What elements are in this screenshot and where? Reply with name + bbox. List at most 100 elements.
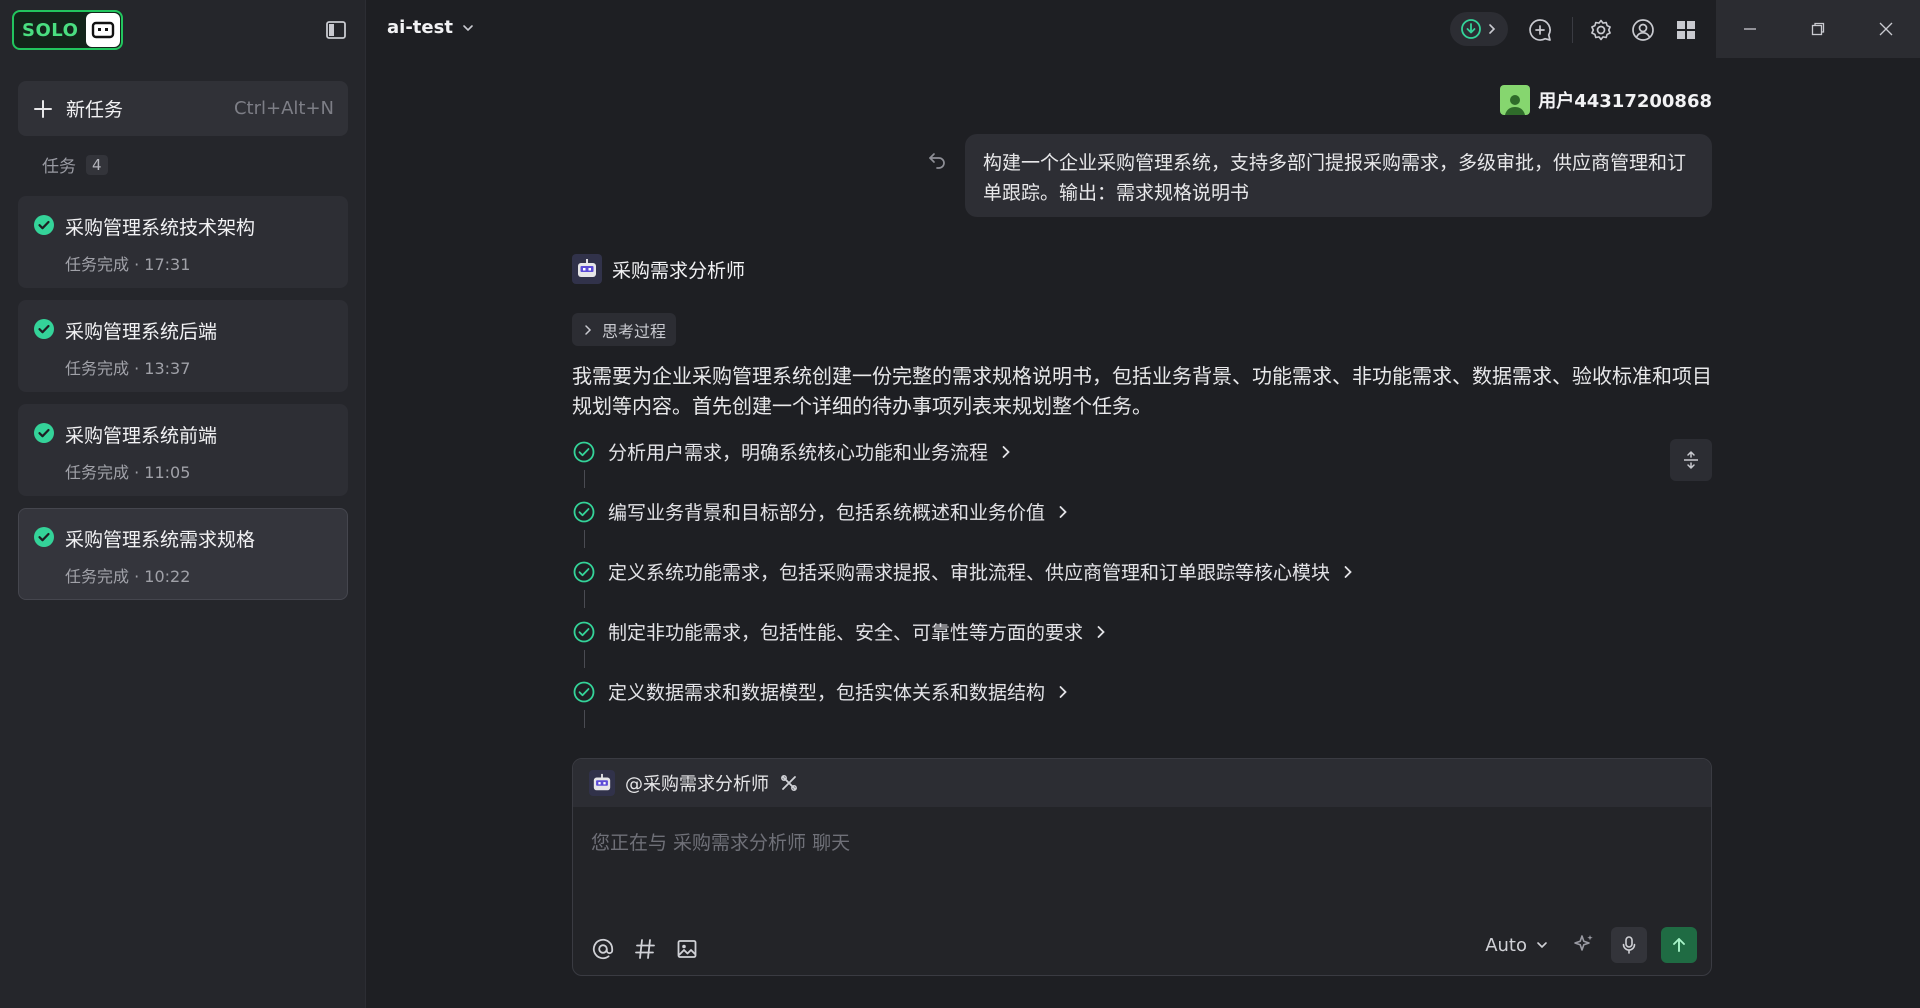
tasks-label: 任务	[42, 157, 76, 177]
todo-item[interactable]: 分析用户需求，明确系统核心功能和业务流程	[572, 438, 1014, 465]
chevron-down-icon	[1537, 942, 1547, 949]
check-circle-outline-icon	[573, 681, 595, 702]
todo-text: 制定非功能需求，包括性能、安全、可靠性等方面的要求	[608, 622, 1084, 644]
window-controls	[1716, 0, 1920, 58]
layout-grid-icon[interactable]	[1673, 17, 1699, 43]
todo-connector	[584, 470, 585, 488]
mention-header: @采购需求分析师	[573, 759, 1711, 807]
chevron-right-icon	[1059, 505, 1067, 518]
minimize-icon[interactable]	[1716, 0, 1784, 58]
todo-item[interactable]: 定义系统功能需求，包括采购需求提报、审批流程、供应商管理和订单跟踪等核心模块	[572, 558, 1356, 585]
user-message-bubble: 构建一个企业采购管理系统，支持多部门提报采购需求，多级审批，供应商管理和订单跟踪…	[965, 134, 1712, 217]
sidebar-toggle-icon[interactable]	[324, 18, 348, 42]
sidebar: SOLO 新任务 Ctrl+Alt+N 任务 4 采购管理系统技术架构 任务完成…	[0, 0, 366, 1008]
task-title: 采购管理系统后端	[65, 321, 218, 343]
check-circle-outline-icon	[573, 561, 595, 582]
mention-label: @采购需求分析师	[625, 774, 769, 795]
todo-text: 定义数据需求和数据模型，包括实体关系和数据结构	[608, 682, 1046, 704]
model-selector[interactable]: Auto	[1485, 935, 1549, 956]
check-circle-icon	[34, 527, 54, 547]
user-name: 用户44317200868	[1538, 91, 1712, 112]
input-actions: Auto	[1485, 927, 1697, 963]
chevron-right-icon	[585, 324, 592, 335]
input-tools	[591, 937, 699, 961]
tasks-header: 任务 4	[42, 152, 108, 177]
task-title: 采购管理系统前端	[65, 425, 218, 447]
new-chat-icon[interactable]	[1527, 17, 1553, 43]
check-circle-outline-icon	[573, 501, 595, 522]
account-icon[interactable]	[1630, 17, 1656, 43]
thinking-label: 思考过程	[602, 321, 667, 341]
check-circle-icon	[34, 319, 54, 339]
arrow-up-icon	[1673, 938, 1685, 952]
task-item-backend[interactable]: 采购管理系统后端 任务完成 · 13:37	[18, 300, 348, 392]
agent-header: 采购需求分析师	[572, 254, 745, 284]
thinking-process-toggle[interactable]: 思考过程	[572, 313, 677, 346]
model-label: Auto	[1485, 934, 1527, 956]
tasks-count-badge: 4	[86, 154, 108, 175]
project-selector[interactable]: ai-test	[387, 17, 475, 38]
check-circle-icon	[34, 215, 54, 235]
undo-icon[interactable]	[926, 148, 948, 170]
agent-robot-icon	[572, 254, 602, 284]
download-status-button[interactable]	[1450, 12, 1508, 46]
task-title: 采购管理系统技术架构	[65, 217, 256, 239]
chevron-right-icon	[1097, 625, 1105, 638]
todo-connector	[584, 650, 585, 668]
restore-icon[interactable]	[1784, 0, 1852, 58]
plus-icon	[34, 99, 52, 118]
image-icon[interactable]	[675, 937, 699, 961]
logo-text: SOLO	[22, 19, 79, 41]
todo-text: 分析用户需求，明确系统核心功能和业务流程	[608, 442, 989, 464]
send-button[interactable]	[1661, 927, 1697, 963]
task-meta: 任务完成 · 10:22	[65, 567, 191, 586]
toolbar-divider	[1572, 17, 1573, 43]
todo-item[interactable]: 定义数据需求和数据模型，包括实体关系和数据结构	[572, 678, 1071, 705]
gear-icon[interactable]	[1588, 17, 1614, 43]
task-meta: 任务完成 · 11:05	[65, 463, 191, 482]
chat-input[interactable]	[591, 823, 1691, 863]
user-header: 用户44317200868	[1500, 85, 1712, 115]
todo-text: 编写业务背景和目标部分，包括系统概述和业务价值	[608, 502, 1046, 524]
agent-name: 采购需求分析师	[612, 259, 746, 282]
task-item-frontend[interactable]: 采购管理系统前端 任务完成 · 11:05	[18, 404, 348, 496]
todo-connector	[584, 530, 585, 548]
user-avatar-icon	[1500, 85, 1531, 115]
chevron-right-icon	[1002, 445, 1010, 458]
task-title: 采购管理系统需求规格	[65, 529, 256, 551]
microphone-button[interactable]	[1611, 927, 1647, 963]
todo-connector	[584, 590, 585, 608]
new-task-shortcut: Ctrl+Alt+N	[233, 98, 334, 119]
todo-item[interactable]: 编写业务背景和目标部分，包括系统概述和业务价值	[572, 498, 1071, 525]
chat-input-panel: @采购需求分析师 Auto	[572, 758, 1712, 976]
todo-text: 定义系统功能需求，包括采购需求提报、审批流程、供应商管理和订单跟踪等核心模块	[608, 562, 1331, 584]
hash-icon[interactable]	[633, 937, 657, 961]
task-meta: 任务完成 · 17:31	[65, 255, 191, 274]
top-bar: ai-test	[367, 0, 1920, 58]
task-item-tech-architecture[interactable]: 采购管理系统技术架构 任务完成 · 17:31	[18, 196, 348, 288]
tools-icon[interactable]	[779, 773, 799, 793]
microphone-icon	[1622, 936, 1636, 954]
download-circle-icon	[1461, 19, 1481, 39]
task-item-requirements[interactable]: 采购管理系统需求规格 任务完成 · 10:22	[18, 508, 348, 600]
sparkle-icon[interactable]	[1571, 932, 1597, 958]
chevron-down-icon	[463, 24, 473, 31]
new-task-button[interactable]: 新任务 Ctrl+Alt+N	[18, 81, 348, 136]
close-icon[interactable]	[1852, 0, 1920, 58]
at-mention-icon[interactable]	[591, 937, 615, 961]
solo-logo: SOLO	[12, 10, 124, 50]
agent-robot-icon	[589, 770, 615, 796]
agent-message: 我需要为企业采购管理系统创建一份完整的需求规格说明书，包括业务背景、功能需求、非…	[572, 364, 1712, 418]
check-circle-icon	[34, 423, 54, 443]
todo-item[interactable]: 制定非功能需求，包括性能、安全、可靠性等方面的要求	[572, 618, 1109, 645]
task-meta: 任务完成 · 13:37	[65, 359, 191, 378]
robot-logo-icon	[86, 13, 121, 47]
check-circle-outline-icon	[573, 621, 595, 642]
expand-collapse-icon[interactable]	[1670, 439, 1712, 481]
chevron-right-icon	[1059, 685, 1067, 698]
project-name: ai-test	[387, 17, 453, 38]
todo-connector	[584, 710, 585, 728]
chevron-right-icon	[1344, 565, 1352, 578]
chevron-right-icon	[1489, 24, 1496, 34]
check-circle-outline-icon	[573, 441, 595, 462]
